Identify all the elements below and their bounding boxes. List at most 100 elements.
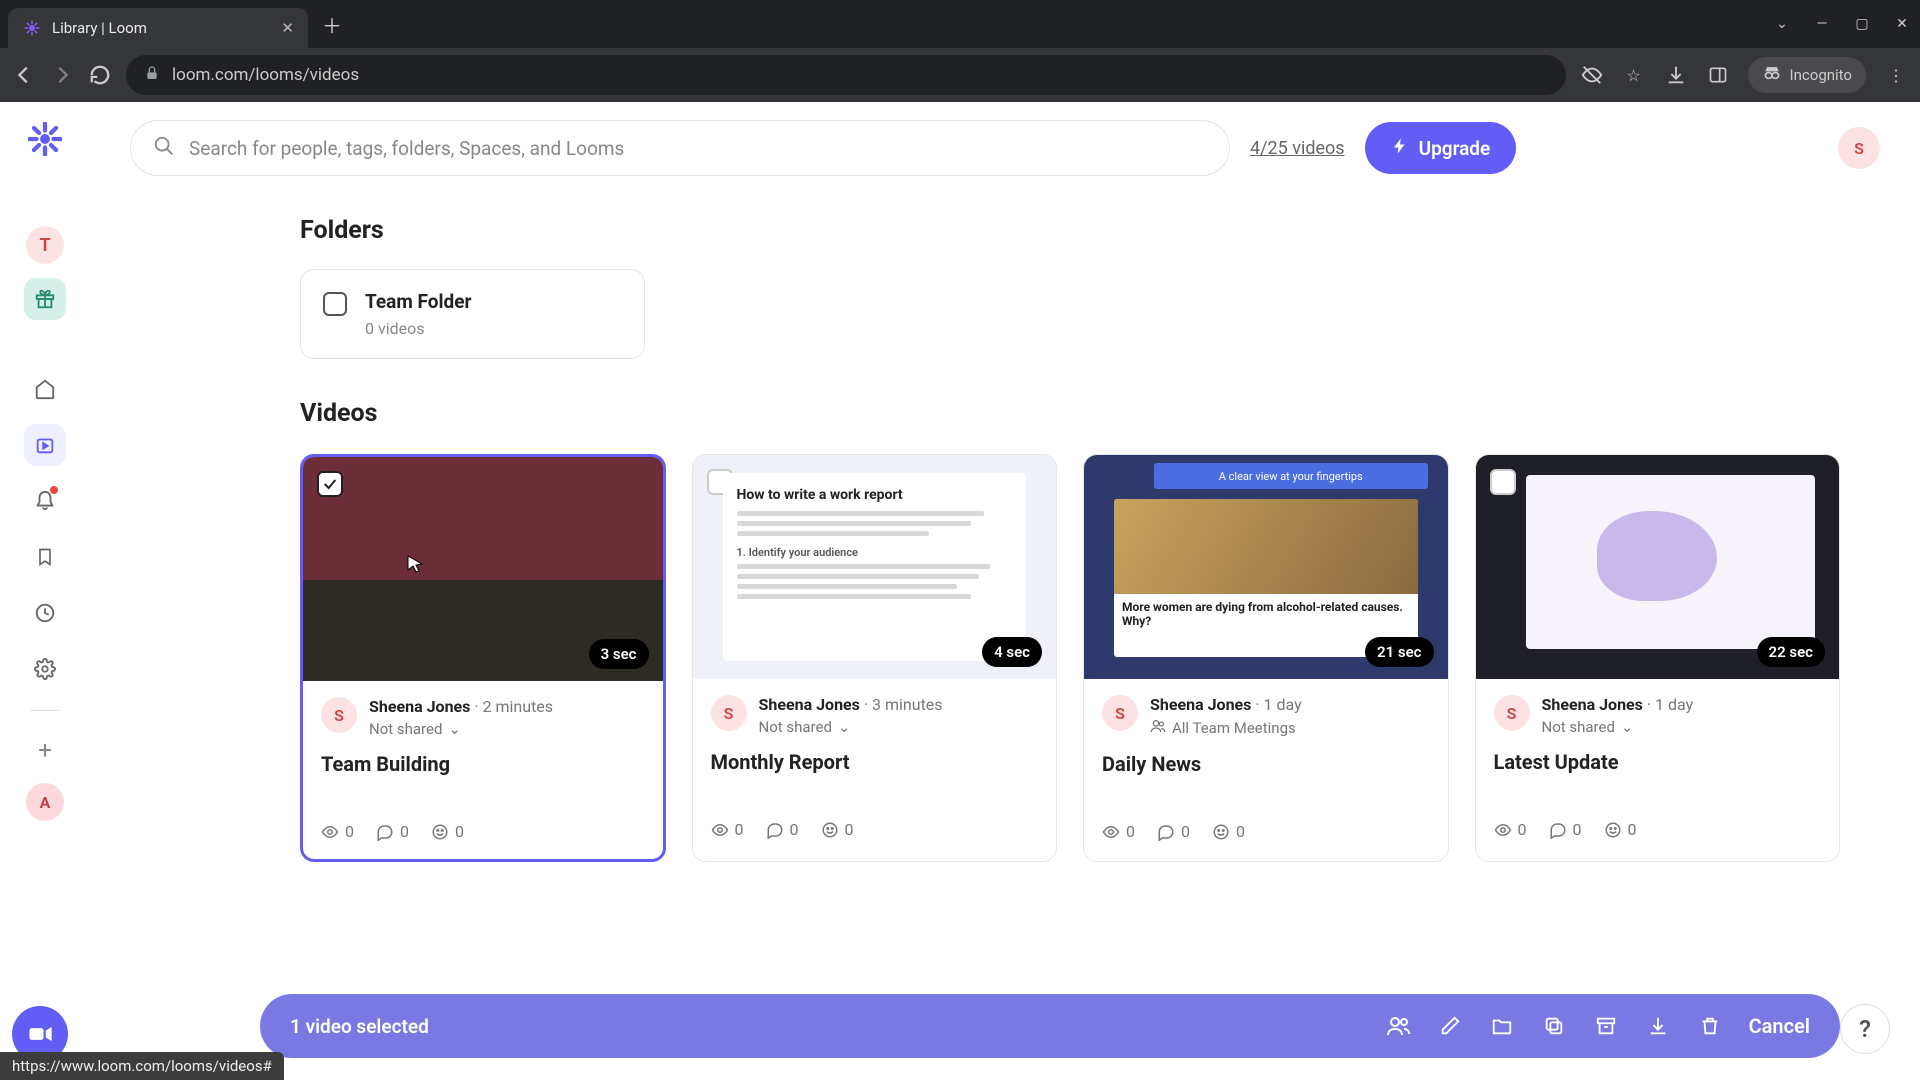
- delete-button[interactable]: [1697, 1013, 1723, 1039]
- videos-heading: Videos: [300, 399, 1880, 428]
- download-button[interactable]: [1645, 1013, 1671, 1039]
- video-card[interactable]: 3 sec S Sheena Jones · 2 minutes Not sha…: [300, 454, 666, 862]
- comments-stat: 0: [1157, 822, 1190, 841]
- comments-stat: 0: [1549, 820, 1582, 839]
- duration-badge: 4 sec: [982, 637, 1042, 667]
- edit-button[interactable]: [1437, 1013, 1463, 1039]
- chevron-down-icon: ⌄: [448, 720, 461, 738]
- panel-icon[interactable]: [1706, 63, 1730, 87]
- incognito-badge[interactable]: Incognito: [1748, 57, 1866, 93]
- browser-toolbar: loom.com/looms/videos ☆ Incognito ⋮: [0, 48, 1920, 102]
- maximize-icon[interactable]: ▢: [1852, 16, 1872, 32]
- archive-button[interactable]: [1593, 1013, 1619, 1039]
- upgrade-button[interactable]: Upgrade: [1365, 122, 1517, 174]
- video-card[interactable]: A clear view at your fingertips More wom…: [1083, 454, 1449, 862]
- folder-card[interactable]: Team Folder 0 videos: [300, 269, 645, 359]
- video-time: · 1 day: [1255, 695, 1301, 714]
- video-checkbox[interactable]: [1490, 469, 1516, 495]
- author-name: Sheena Jones: [1150, 695, 1251, 714]
- share-team[interactable]: All Team Meetings: [1150, 718, 1302, 738]
- video-thumbnail[interactable]: A clear view at your fingertips More wom…: [1084, 455, 1448, 679]
- minimize-icon[interactable]: —: [1812, 16, 1832, 32]
- team-icon: [1150, 718, 1166, 738]
- share-dropdown[interactable]: Not shared ⌄: [759, 718, 943, 736]
- close-tab-icon[interactable]: ✕: [281, 19, 294, 37]
- video-quota-link[interactable]: 4/25 videos: [1250, 138, 1345, 159]
- video-checkbox[interactable]: [317, 471, 343, 497]
- history-button[interactable]: [24, 592, 66, 634]
- window-controls: ⌄ — ▢ ✕: [1772, 16, 1912, 32]
- news-banner: A clear view at your fingertips: [1154, 463, 1428, 489]
- author-name: Sheena Jones: [369, 697, 470, 716]
- duration-badge: 22 sec: [1757, 637, 1825, 667]
- tab-title: Library | Loom: [52, 19, 147, 37]
- share-dropdown[interactable]: Not shared ⌄: [1542, 718, 1694, 736]
- download-icon[interactable]: [1664, 63, 1688, 87]
- news-preview: More women are dying from alcohol-relate…: [1114, 499, 1418, 657]
- secondary-workspace-avatar[interactable]: A: [26, 783, 64, 821]
- back-icon[interactable]: [12, 63, 36, 87]
- workspace-letter: T: [39, 235, 50, 256]
- author-avatar: S: [1494, 695, 1530, 731]
- reactions-stat: 0: [1212, 822, 1245, 841]
- views-stat: 0: [321, 822, 354, 841]
- video-time: · 3 minutes: [864, 695, 943, 714]
- loom-logo-icon[interactable]: [26, 120, 64, 158]
- upgrade-label: Upgrade: [1419, 137, 1491, 160]
- video-thumbnail[interactable]: 22 sec: [1476, 455, 1840, 679]
- notifications-button[interactable]: [24, 480, 66, 522]
- reload-icon[interactable]: [88, 63, 112, 87]
- profile-letter: S: [1854, 139, 1864, 158]
- bookmarks-button[interactable]: [24, 536, 66, 578]
- main-content: Search for people, tags, folders, Spaces…: [90, 102, 1920, 1080]
- move-folder-button[interactable]: [1489, 1013, 1515, 1039]
- duration-badge: 21 sec: [1365, 637, 1433, 667]
- views-stat: 0: [1102, 822, 1135, 841]
- new-tab-button[interactable]: ＋: [322, 10, 342, 39]
- video-card[interactable]: 22 sec S Sheena Jones · 1 day Not shared…: [1475, 454, 1841, 862]
- reactions-stat: 0: [821, 820, 854, 839]
- video-card[interactable]: How to write a work report 1. Identify y…: [692, 454, 1058, 862]
- views-stat: 0: [1494, 820, 1527, 839]
- video-thumbnail[interactable]: How to write a work report 1. Identify y…: [693, 455, 1057, 679]
- author-avatar: S: [1102, 695, 1138, 731]
- incognito-icon: [1762, 63, 1782, 87]
- video-thumbnail[interactable]: 3 sec: [303, 457, 663, 681]
- secondary-workspace-letter: A: [40, 793, 51, 812]
- share-people-button[interactable]: [1385, 1013, 1411, 1039]
- gift-button[interactable]: [24, 278, 66, 320]
- author-avatar: S: [321, 697, 357, 733]
- folder-checkbox[interactable]: [323, 292, 347, 316]
- copy-button[interactable]: [1541, 1013, 1567, 1039]
- search-input[interactable]: Search for people, tags, folders, Spaces…: [130, 120, 1230, 176]
- home-button[interactable]: [24, 368, 66, 410]
- address-bar[interactable]: loom.com/looms/videos: [126, 55, 1566, 95]
- menu-dots-icon[interactable]: ⋮: [1884, 63, 1908, 87]
- help-button[interactable]: ?: [1840, 1004, 1890, 1054]
- share-dropdown[interactable]: Not shared ⌄: [369, 720, 553, 738]
- author-avatar: S: [711, 695, 747, 731]
- forward-icon[interactable]: [50, 63, 74, 87]
- author-name: Sheena Jones: [1542, 695, 1643, 714]
- bookmark-star-icon[interactable]: ☆: [1622, 63, 1646, 87]
- doc-preview: How to write a work report 1. Identify y…: [723, 473, 1027, 661]
- add-workspace-button[interactable]: +: [26, 731, 64, 769]
- video-title: Daily News: [1102, 752, 1430, 776]
- bolt-icon: [1391, 137, 1409, 160]
- eye-off-icon[interactable]: [1580, 63, 1604, 87]
- chevron-down-icon: ⌄: [838, 718, 851, 736]
- close-window-icon[interactable]: ✕: [1892, 16, 1912, 32]
- library-button[interactable]: [24, 424, 66, 466]
- folders-heading: Folders: [300, 216, 1880, 245]
- browser-tab[interactable]: Library | Loom ✕: [8, 8, 308, 48]
- settings-button[interactable]: [24, 648, 66, 690]
- lock-icon: [144, 65, 160, 86]
- workspace-avatar[interactable]: T: [26, 226, 64, 264]
- comments-stat: 0: [766, 820, 799, 839]
- loom-favicon-icon: [22, 18, 42, 38]
- illustration-icon: [1597, 511, 1717, 601]
- tab-dropdown-icon[interactable]: ⌄: [1772, 16, 1792, 32]
- profile-avatar[interactable]: S: [1838, 127, 1880, 169]
- cancel-button[interactable]: Cancel: [1749, 1014, 1810, 1038]
- top-bar: Search for people, tags, folders, Spaces…: [130, 120, 1880, 176]
